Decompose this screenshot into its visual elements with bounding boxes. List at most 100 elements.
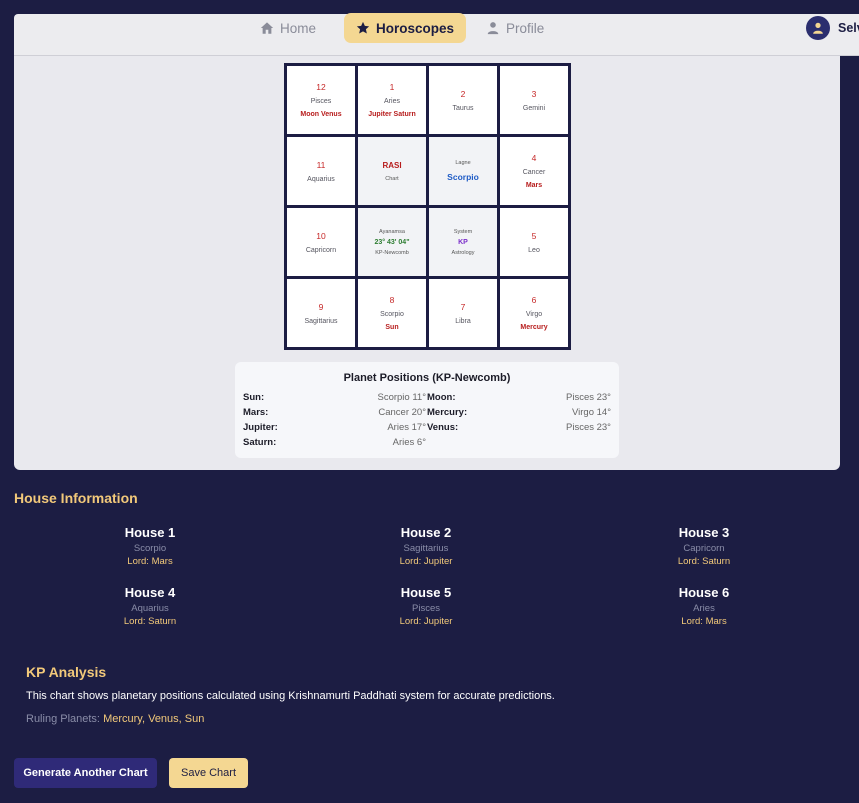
rasi-title: RASI bbox=[382, 160, 402, 170]
position-row: Sun: Scorpio 11° Moon: Pisces 23° bbox=[243, 392, 611, 407]
house-number: 5 bbox=[531, 230, 537, 241]
lagne-cell: Lagne Scorpio bbox=[429, 137, 497, 205]
house-cell-aries: 1 Aries Jupiter Saturn bbox=[358, 66, 426, 134]
ayanamsa-value: 23° 43' 04" bbox=[374, 238, 410, 246]
star-icon bbox=[356, 21, 370, 34]
planet-name: Mars: bbox=[243, 407, 269, 418]
house-sign: Cancer bbox=[522, 169, 546, 176]
house-cell-capricorn: 10 Capricorn bbox=[287, 208, 355, 276]
house-name: House 4 bbox=[124, 585, 176, 600]
house-cell-aquarius: 11 Aquarius bbox=[287, 137, 355, 205]
house-card: House 3 Capricorn Lord: Saturn bbox=[614, 525, 794, 567]
ayanamsa-label: Ayanamsa bbox=[379, 228, 405, 235]
top-navigation: Home Horoscopes Profile Selv bbox=[0, 0, 859, 56]
house-lord: Lord: Jupiter bbox=[399, 616, 453, 627]
user-icon bbox=[813, 22, 823, 34]
house-card: House 6 Aries Lord: Mars bbox=[614, 585, 794, 627]
ayanamsa-system: KP-Newcomb bbox=[375, 249, 409, 256]
house-number: 6 bbox=[531, 295, 537, 305]
system-value: KP bbox=[458, 238, 468, 246]
house-sign: Virgo bbox=[525, 311, 543, 318]
house-lord: Lord: Jupiter bbox=[399, 556, 453, 567]
nav-profile-label: Profile bbox=[506, 20, 545, 36]
planet-name: Moon: bbox=[427, 392, 456, 403]
house-number: 10 bbox=[316, 230, 326, 241]
ruling-planets-label: Ruling Planets: bbox=[26, 713, 100, 725]
nav-horoscopes[interactable]: Horoscopes bbox=[344, 13, 467, 43]
kp-analysis-title: KP Analysis bbox=[26, 664, 107, 680]
chart-card: 12 Pisces Moon Venus 1 Aries Jupiter Sat… bbox=[14, 56, 840, 470]
house-sign: Gemini bbox=[522, 104, 546, 112]
planet-name: Saturn: bbox=[243, 437, 277, 448]
house-planets: Mars bbox=[525, 182, 543, 189]
house-lord: Lord: Saturn bbox=[677, 556, 731, 567]
generate-another-chart-button[interactable]: Generate Another Chart bbox=[14, 758, 157, 788]
save-chart-button[interactable]: Save Chart bbox=[169, 758, 248, 788]
position-row: Saturn: Aries 6° bbox=[243, 437, 611, 452]
house-number: 2 bbox=[460, 88, 466, 99]
house-card: House 2 Sagittarius Lord: Jupiter bbox=[336, 525, 516, 567]
house-card: House 5 Pisces Lord: Jupiter bbox=[336, 585, 516, 627]
planet-position: Aries 6° bbox=[392, 437, 426, 448]
house-planets: Moon Venus bbox=[300, 111, 342, 118]
house-information-title: House Information bbox=[14, 490, 138, 506]
house-cell-cancer: 4 Cancer Mars bbox=[500, 137, 568, 205]
house-sign: Pisces bbox=[412, 603, 440, 614]
house-sign: Aquarius bbox=[307, 175, 335, 183]
house-number: 1 bbox=[389, 82, 395, 92]
planet-positions-title: Planet Positions (KP-Newcomb) bbox=[343, 372, 511, 384]
planet-position: Aries 17° bbox=[387, 422, 426, 433]
lagne-label: Lagne bbox=[455, 160, 471, 166]
house-name: House 6 bbox=[678, 585, 730, 600]
house-number: 4 bbox=[531, 153, 537, 163]
house-sign: Sagittarius bbox=[403, 543, 449, 554]
house-planets: Sun bbox=[385, 324, 399, 331]
system-cell: System KP Astrology bbox=[429, 208, 497, 276]
planet-position: Virgo 14° bbox=[571, 407, 611, 418]
house-cell-scorpio: 8 Scorpio Sun bbox=[358, 279, 426, 347]
house-cell-taurus: 2 Taurus bbox=[429, 66, 497, 134]
ayanamsa-cell: Ayanamsa 23° 43' 04" KP-Newcomb bbox=[358, 208, 426, 276]
house-name: House 1 bbox=[124, 525, 176, 540]
house-number: 12 bbox=[316, 82, 326, 92]
planet-position: Cancer 20° bbox=[378, 407, 426, 418]
house-cell-libra: 7 Libra bbox=[429, 279, 497, 347]
house-number: 7 bbox=[460, 301, 466, 312]
house-sign: Aquarius bbox=[131, 603, 169, 614]
house-name: House 5 bbox=[400, 585, 452, 600]
house-sign: Leo bbox=[528, 246, 540, 254]
planet-position: Pisces 23° bbox=[566, 422, 611, 433]
house-card: House 4 Aquarius Lord: Saturn bbox=[60, 585, 240, 627]
house-cell-sagittarius: 9 Sagittarius bbox=[287, 279, 355, 347]
nav-home-label: Home bbox=[280, 20, 317, 36]
rasi-subtitle: Chart bbox=[385, 175, 399, 182]
house-lord: Lord: Mars bbox=[681, 616, 727, 627]
house-sign: Pisces bbox=[310, 98, 332, 105]
house-lord: Lord: Saturn bbox=[123, 616, 177, 627]
house-lord: Lord: Mars bbox=[127, 556, 173, 567]
house-cell-gemini: 3 Gemini bbox=[500, 66, 568, 134]
house-number: 9 bbox=[318, 301, 324, 312]
house-sign: Scorpio bbox=[133, 543, 167, 554]
user-menu[interactable]: Selv bbox=[806, 16, 859, 40]
house-sign: Sagittarius bbox=[304, 317, 338, 325]
house-sign: Aries bbox=[384, 98, 400, 105]
user-name: Selv bbox=[838, 21, 859, 35]
house-cell-pisces: 12 Pisces Moon Venus bbox=[287, 66, 355, 134]
house-sign: Scorpio bbox=[380, 311, 404, 318]
planet-positions-panel: Planet Positions (KP-Newcomb) Sun: Scorp… bbox=[235, 362, 619, 458]
planet-name: Sun: bbox=[243, 392, 265, 403]
house-cell-virgo: 6 Virgo Mercury bbox=[500, 279, 568, 347]
house-sign: Libra bbox=[455, 317, 471, 325]
nav-home[interactable]: Home bbox=[260, 13, 316, 43]
house-name: House 2 bbox=[400, 525, 452, 540]
ruling-planets: Ruling Planets: Mercury, Venus, Sun bbox=[26, 713, 204, 725]
nav-profile[interactable]: Profile bbox=[486, 13, 544, 43]
house-name: House 3 bbox=[678, 525, 730, 540]
person-icon bbox=[487, 22, 499, 35]
planet-name: Jupiter: bbox=[243, 422, 278, 433]
home-icon bbox=[260, 22, 274, 34]
rasi-title-cell: RASI Chart bbox=[358, 137, 426, 205]
house-number: 3 bbox=[531, 88, 537, 99]
house-planets: Jupiter Saturn bbox=[368, 111, 416, 118]
